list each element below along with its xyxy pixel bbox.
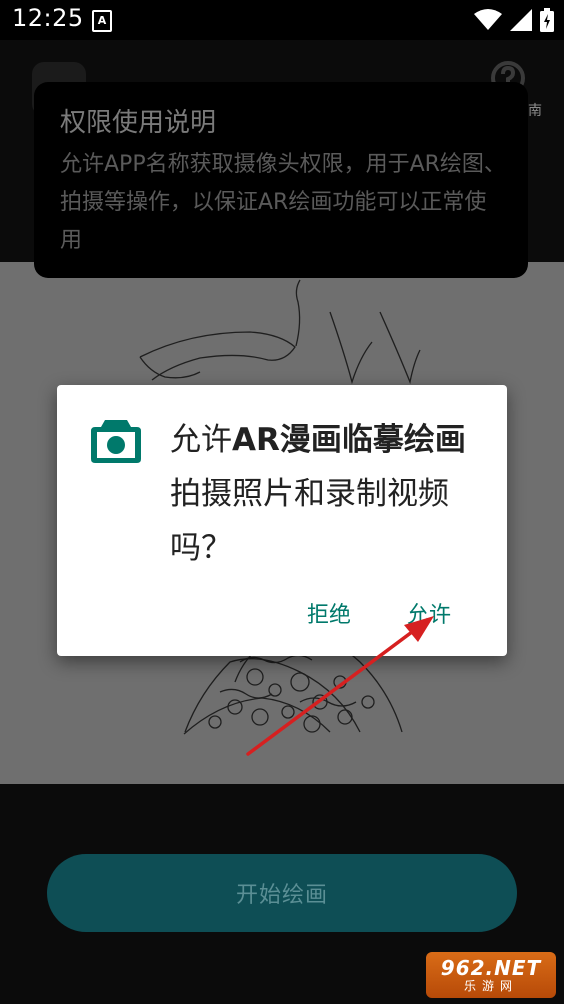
message-suffix: 拍摄照片和录制视频吗？ xyxy=(170,476,449,566)
deny-button[interactable]: 拒绝 xyxy=(307,597,351,629)
site-watermark-logo: 962.NET 乐游网 xyxy=(426,952,556,998)
status-time: 12:25 xyxy=(12,4,84,32)
status-icons xyxy=(474,6,554,34)
allow-button[interactable]: 允许 xyxy=(407,597,451,629)
permission-description: 允许APP名称获取摄像头权限，用于AR绘图、拍摄等操作，以保证AR绘画功能可以正… xyxy=(60,152,506,253)
watermark-subtitle: 乐游网 xyxy=(463,979,518,993)
status-bar: 12:25 A xyxy=(0,0,564,40)
start-drawing-button[interactable]: 开始绘画 xyxy=(47,854,517,932)
watermark-brand: 962.NET xyxy=(440,956,542,980)
permission-title: 权限使用说明 xyxy=(60,108,217,138)
camera-permission-dialog: 允许AR漫画临摹绘画拍摄照片和录制视频吗？ 拒绝 允许 xyxy=(57,385,507,656)
signal-icon xyxy=(510,9,532,31)
message-prefix: 允许 xyxy=(170,422,232,458)
dialog-message: 允许AR漫画临摹绘画拍摄照片和录制视频吗？ xyxy=(170,413,480,575)
help-label: 南 xyxy=(528,103,542,119)
app-name: AR漫画临摹绘画 xyxy=(232,422,466,458)
camera-icon xyxy=(91,420,141,463)
battery-charging-icon xyxy=(540,8,554,32)
wifi-icon xyxy=(474,9,502,30)
notification-icon: A xyxy=(92,10,112,32)
permission-explanation-banner: 权限使用说明 允许APP名称获取摄像头权限，用于AR绘图、拍摄等操作，以保证AR… xyxy=(34,82,528,278)
